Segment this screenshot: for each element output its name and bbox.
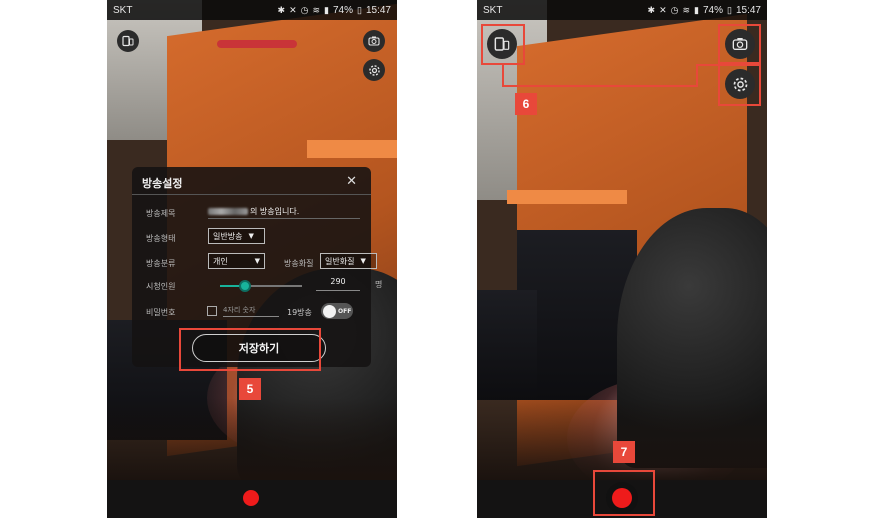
settings-button[interactable] — [363, 59, 385, 81]
blurred-name — [208, 208, 248, 215]
gear-icon — [368, 64, 380, 76]
category-value: 개인 — [213, 256, 228, 266]
alarm-icon: ◷ — [670, 4, 679, 15]
wifi-icon: ≋ — [312, 4, 321, 15]
adult-toggle[interactable]: OFF — [321, 303, 353, 319]
dropdown-arrow-icon: ▼ — [254, 257, 260, 265]
desk-shadow — [477, 290, 537, 400]
quality-select[interactable]: 일반화질 ▼ — [320, 253, 377, 269]
phone-screen-left: SKT ✱ ✕ ◷ ≋ ▮ 74% ▯ 15:47 방송설정 ✕ 방송제목 의 … — [107, 0, 397, 518]
type-value: 일반방송 — [213, 231, 243, 241]
wifi-icon: ≋ — [682, 4, 691, 15]
bottom-bar — [107, 480, 397, 518]
viewers-slider-thumb[interactable] — [238, 280, 251, 292]
quality-label: 방송화질 — [284, 259, 314, 268]
connector-line — [502, 85, 697, 87]
mute-icon: ✕ — [659, 4, 667, 15]
highlight-record — [593, 470, 655, 516]
annotation-badge-6: 6 — [515, 93, 537, 115]
clock: 15:47 — [365, 4, 391, 16]
bluetooth-icon: ✱ — [277, 4, 286, 15]
carrier-label: SKT — [113, 4, 133, 16]
carrier-label: SKT — [483, 4, 503, 16]
dropdown-arrow-icon: ▼ — [248, 232, 254, 240]
broadcast-title-field[interactable]: 의 방송입니다. — [208, 205, 360, 219]
battery-label: 74% — [703, 4, 724, 16]
title-label: 방송제목 — [146, 209, 176, 218]
highlight-switch-screen — [481, 24, 525, 65]
viewers-label: 시청인원 — [146, 282, 176, 291]
alarm-icon: ◷ — [300, 4, 309, 15]
viewers-slider[interactable] — [220, 280, 302, 292]
viewers-unit: 명 — [375, 280, 383, 289]
adult-label: 19방송 — [287, 308, 312, 317]
close-icon[interactable]: ✕ — [346, 174, 357, 189]
title-suffix: 의 방송입니다. — [250, 207, 300, 216]
connector-line — [696, 64, 718, 66]
record-button[interactable] — [243, 490, 259, 506]
switch-screen-button[interactable] — [117, 30, 139, 52]
annotation-badge-5: 5 — [239, 378, 261, 400]
camera-flip-button[interactable] — [363, 30, 385, 52]
toggle-state: OFF — [338, 307, 352, 315]
panel-title: 방송설정 — [142, 177, 183, 190]
toggle-knob — [323, 304, 336, 318]
signal-icon: ▮ — [324, 4, 329, 15]
red-pipe — [217, 40, 297, 48]
quality-value: 일반화질 — [325, 256, 355, 266]
highlight-settings — [718, 64, 761, 106]
battery-icon: ▯ — [357, 4, 362, 15]
dropdown-arrow-icon: ▼ — [360, 257, 366, 265]
viewers-count-field[interactable]: 290 — [316, 277, 360, 291]
highlight-save — [179, 328, 321, 371]
battery-icon: ▯ — [727, 4, 732, 15]
status-bar: SKT ✱ ✕ ◷ ≋ ▮ 74% ▯ 15:47 — [107, 0, 397, 20]
highlight-camera — [718, 24, 761, 64]
screen-switch-icon — [122, 35, 134, 47]
battery-label: 74% — [333, 4, 354, 16]
category-select[interactable]: 개인 ▼ — [208, 253, 265, 269]
connector-line — [502, 65, 504, 86]
annotation-badge-7: 7 — [613, 441, 635, 463]
page: SKT ✱ ✕ ◷ ≋ ▮ 74% ▯ 15:47 방송설정 ✕ 방송제목 의 … — [0, 0, 874, 518]
password-checkbox[interactable] — [207, 306, 217, 316]
clock: 15:47 — [735, 4, 761, 16]
camera-icon — [368, 36, 380, 46]
category-label: 방송분류 — [146, 259, 176, 268]
broadcast-type-select[interactable]: 일반방송 ▼ — [208, 228, 265, 244]
type-label: 방송형태 — [146, 234, 176, 243]
password-label: 비밀번호 — [146, 308, 176, 317]
panel-divider — [132, 194, 371, 195]
signal-icon: ▮ — [694, 4, 699, 15]
status-bar: SKT ✱ ✕ ◷ ≋ ▮ 74% ▯ 15:47 — [477, 0, 767, 20]
mute-icon: ✕ — [289, 4, 297, 15]
shelf — [507, 190, 627, 204]
password-field[interactable]: 4자리 숫자 — [223, 305, 279, 317]
shelf — [307, 140, 397, 158]
bluetooth-icon: ✱ — [647, 4, 656, 15]
connector-line — [696, 64, 698, 87]
